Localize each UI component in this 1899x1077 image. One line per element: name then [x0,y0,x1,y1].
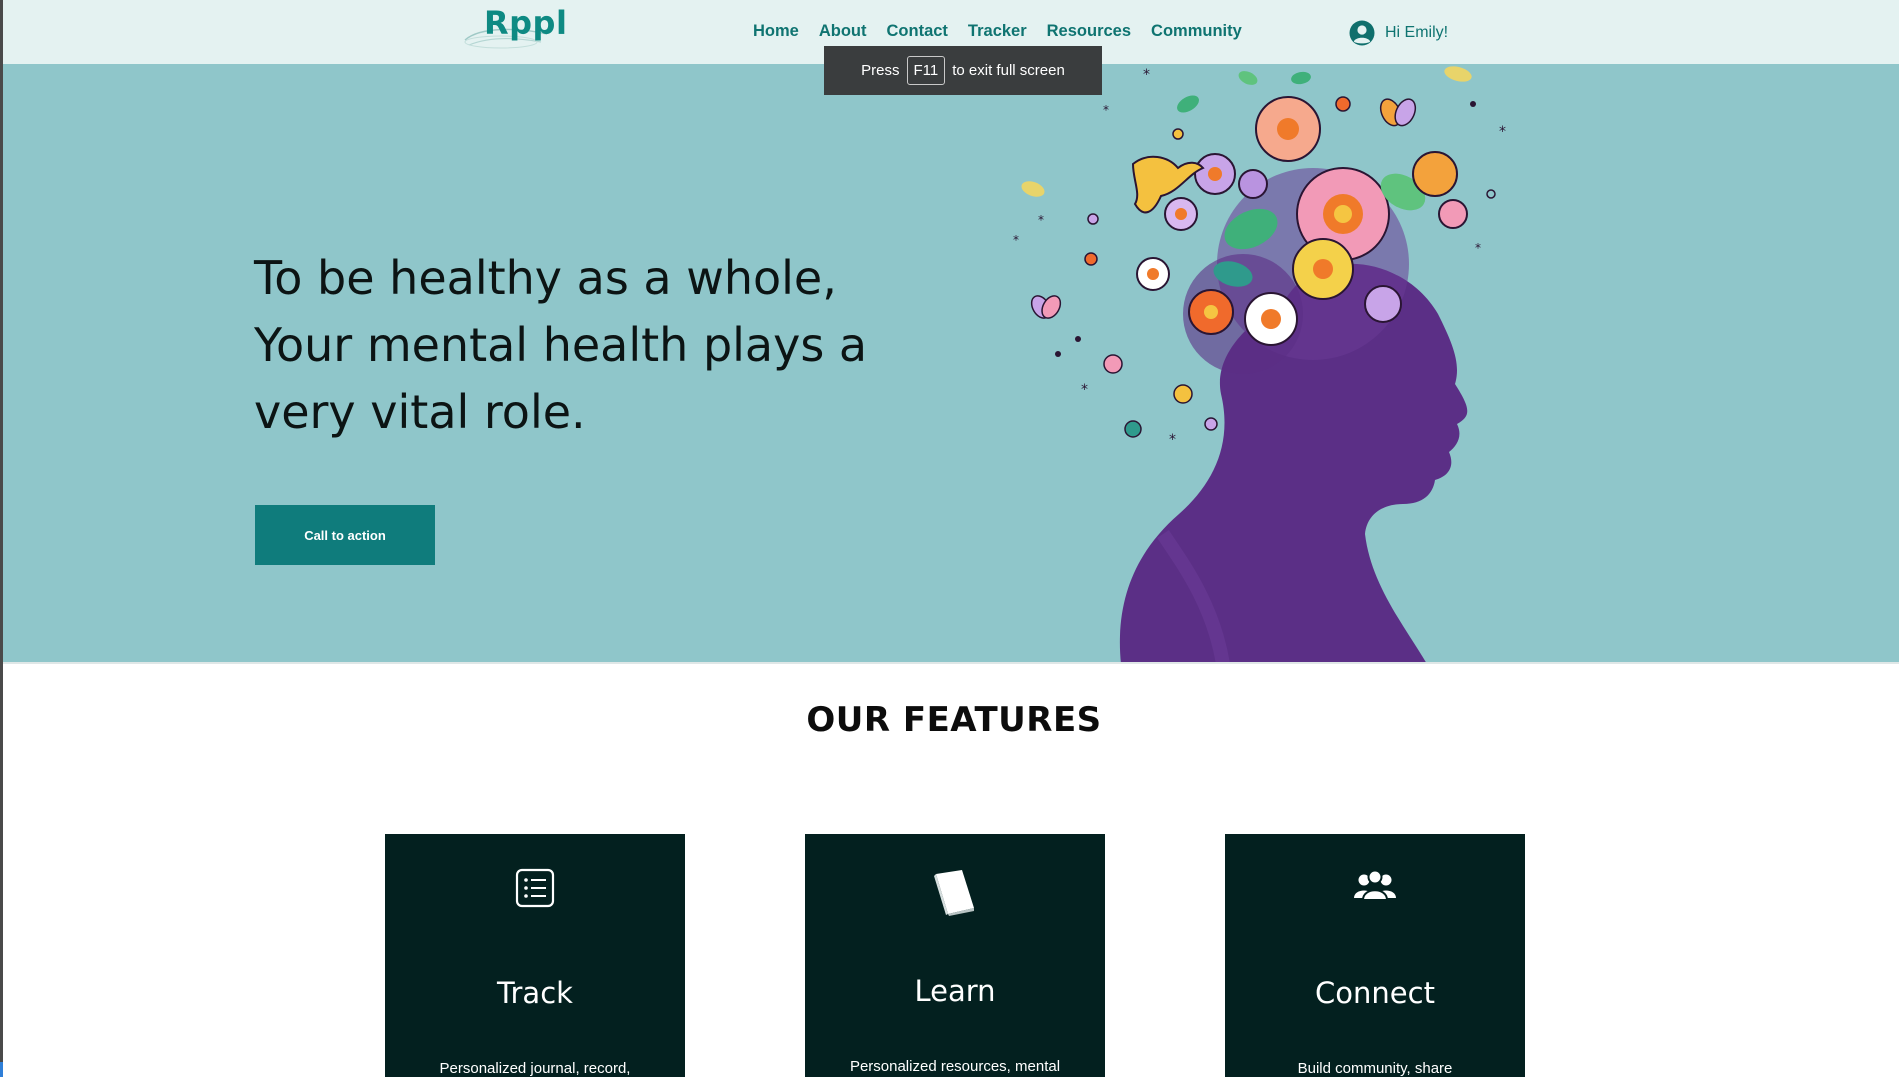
feature-description: Build community, share [1297,1060,1453,1077]
nav-tracker[interactable]: Tracker [968,22,1027,41]
svg-text:*: * [1169,432,1176,448]
flower-head-silhouette-illustration: * * * * * * * * [1013,66,1506,664]
fullscreen-notice: Press F11 to exit full screen [824,46,1102,95]
user-greeting: Hi Emily! [1385,24,1449,41]
feature-title: Track [497,976,573,1010]
main-nav: Home About Contact Tracker Resources Com… [753,22,1242,41]
svg-text:*: * [1038,213,1044,227]
features-title: OUR FEATURES [806,700,1102,740]
nav-community[interactable]: Community [1151,22,1242,41]
window-edge-accent [0,1062,3,1077]
feature-title: Learn [914,974,996,1008]
nav-contact[interactable]: Contact [887,22,948,41]
svg-text:*: * [1143,67,1150,83]
feature-card-track[interactable]: Track Personalized journal, record, [385,834,685,1077]
hero-divider [3,662,1899,664]
nav-resources[interactable]: Resources [1047,22,1131,41]
user-menu[interactable]: Hi Emily! [1349,20,1448,46]
call-to-action-button[interactable]: Call to action [255,505,435,565]
list-icon [515,868,555,908]
feature-description: Personalized resources, mental [849,1058,1061,1075]
svg-text:*: * [1103,103,1109,117]
feature-card-learn[interactable]: Learn Personalized resources, mental [805,834,1105,1077]
feature-card-connect[interactable]: Connect Build community, share [1225,834,1525,1077]
account-circle-icon [1349,20,1375,46]
brand-logo[interactable]: Rppl [484,4,567,42]
nav-home[interactable]: Home [753,22,799,41]
group-icon [1354,869,1396,901]
hero-section: To be healthy as a whole, Your mental he… [3,64,1899,664]
svg-text:*: * [1081,382,1088,398]
feature-title: Connect [1315,976,1435,1010]
nav-about[interactable]: About [819,22,867,41]
svg-text:*: * [1499,124,1506,140]
fullscreen-notice-prefix: Press [861,62,900,79]
feature-description: Personalized journal, record, [439,1060,631,1077]
book-icon [934,870,974,916]
svg-text:*: * [1475,241,1481,255]
f11-key: F11 [906,56,946,85]
fullscreen-notice-suffix: to exit full screen [952,62,1065,79]
hero-headline: To be healthy as a whole, Your mental he… [254,251,868,439]
svg-text:*: * [1013,233,1019,247]
